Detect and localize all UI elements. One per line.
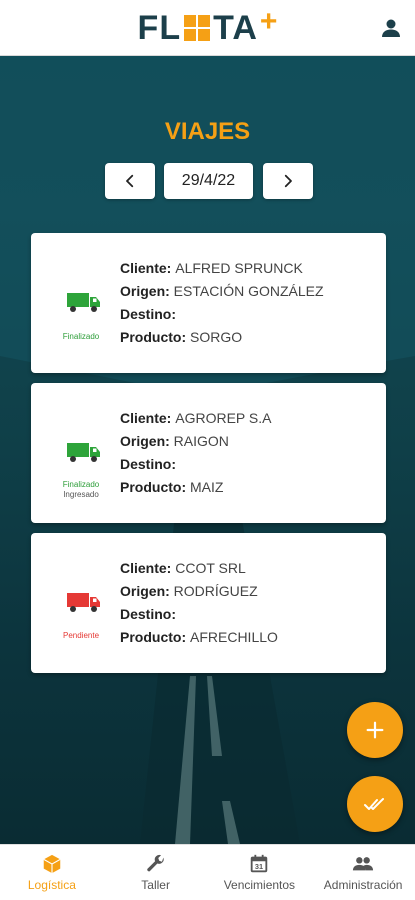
- producto-label: Producto:: [120, 479, 187, 495]
- confirm-trips-button[interactable]: [347, 776, 403, 832]
- person-icon: [382, 19, 400, 37]
- tab-label: Administración: [323, 878, 403, 892]
- cliente-value: CCOT SRL: [175, 560, 246, 576]
- tab-label: Vencimientos: [223, 878, 296, 892]
- origen-value: RODRÍGUEZ: [173, 583, 258, 599]
- producto-value: MAIZ: [190, 479, 224, 495]
- logo-plus: +: [259, 4, 278, 38]
- destino-label: Destino:: [120, 306, 176, 322]
- trip-status-line: Finalizado: [62, 480, 100, 489]
- wrench-icon: [146, 854, 164, 872]
- app-header: FL TA +: [0, 0, 415, 56]
- page-title: VIAJES: [164, 118, 251, 145]
- plus-icon: [366, 721, 384, 739]
- trip-details: Cliente: AGROREP S.A Origen: RAIGON Dest…: [120, 407, 271, 499]
- producto-label: Producto:: [120, 329, 187, 345]
- cliente-value: ALFRED SPRUNCK: [175, 260, 303, 276]
- next-date-button[interactable]: [263, 163, 313, 199]
- destino-label: Destino:: [120, 456, 176, 472]
- logo-text-right: TA: [213, 8, 258, 47]
- tab-logistica[interactable]: Logística: [0, 845, 104, 900]
- double-check-icon: [364, 798, 384, 810]
- truck-icon: [67, 593, 100, 612]
- trip-card[interactable]: Finalizado Cliente: ALFRED SPRUNCK Orige…: [31, 233, 386, 373]
- chevron-right-icon: [284, 174, 292, 188]
- trip-details: Cliente: CCOT SRL Origen: RODRÍGUEZ Dest…: [120, 557, 278, 649]
- origen-label: Origen:: [120, 283, 170, 299]
- tab-vencimientos[interactable]: 31 Vencimientos: [208, 845, 312, 900]
- tab-label: Logística: [27, 878, 76, 892]
- trip-status-line: Ingresado: [63, 490, 99, 499]
- origen-label: Origen:: [120, 583, 170, 599]
- trip-status: Finalizado Ingresado: [31, 480, 131, 500]
- logo-grid-icon: [184, 14, 211, 41]
- prev-date-button[interactable]: [105, 163, 155, 199]
- cliente-value: AGROREP S.A: [175, 410, 272, 426]
- date-display[interactable]: 29/4/22: [164, 163, 253, 199]
- cliente-label: Cliente:: [120, 260, 172, 276]
- logo-text-left: FL: [137, 8, 182, 47]
- trip-status: Pendiente: [31, 631, 131, 641]
- tab-administracion[interactable]: Administración: [311, 845, 415, 900]
- destino-label: Destino:: [120, 606, 176, 622]
- tab-taller[interactable]: Taller: [104, 845, 208, 900]
- trip-status-line: Pendiente: [62, 631, 100, 640]
- cube-icon: [43, 854, 61, 874]
- people-icon: [353, 857, 374, 871]
- trip-status: Finalizado: [31, 332, 131, 342]
- origen-label: Origen:: [120, 433, 170, 449]
- producto-value: SORGO: [190, 329, 243, 345]
- origen-value: ESTACIÓN GONZÁLEZ: [173, 283, 324, 299]
- truck-icon: [67, 293, 100, 312]
- trip-card[interactable]: Pendiente Cliente: CCOT SRL Origen: RODR…: [31, 533, 386, 673]
- truck-icon: [67, 443, 100, 462]
- calendar-icon: 31: [251, 854, 268, 873]
- bottom-navigation: Logística Taller 31 Vencimientos Adminis…: [0, 844, 415, 900]
- svg-text:31: 31: [255, 862, 263, 871]
- add-trip-button[interactable]: [347, 702, 403, 758]
- trip-details: Cliente: ALFRED SPRUNCK Origen: ESTACIÓN…: [120, 257, 324, 349]
- cliente-label: Cliente:: [120, 410, 172, 426]
- trip-status-line: Finalizado: [62, 332, 100, 341]
- trip-card[interactable]: Finalizado Ingresado Cliente: AGROREP S.…: [31, 383, 386, 523]
- producto-value: AFRECHILLO: [190, 629, 278, 645]
- app-logo: FL TA +: [137, 4, 278, 48]
- chevron-left-icon: [126, 174, 134, 188]
- producto-label: Producto:: [120, 629, 187, 645]
- cliente-label: Cliente:: [120, 560, 172, 576]
- origen-value: RAIGON: [173, 433, 229, 449]
- user-profile-button[interactable]: [379, 16, 403, 40]
- tab-label: Taller: [141, 878, 170, 892]
